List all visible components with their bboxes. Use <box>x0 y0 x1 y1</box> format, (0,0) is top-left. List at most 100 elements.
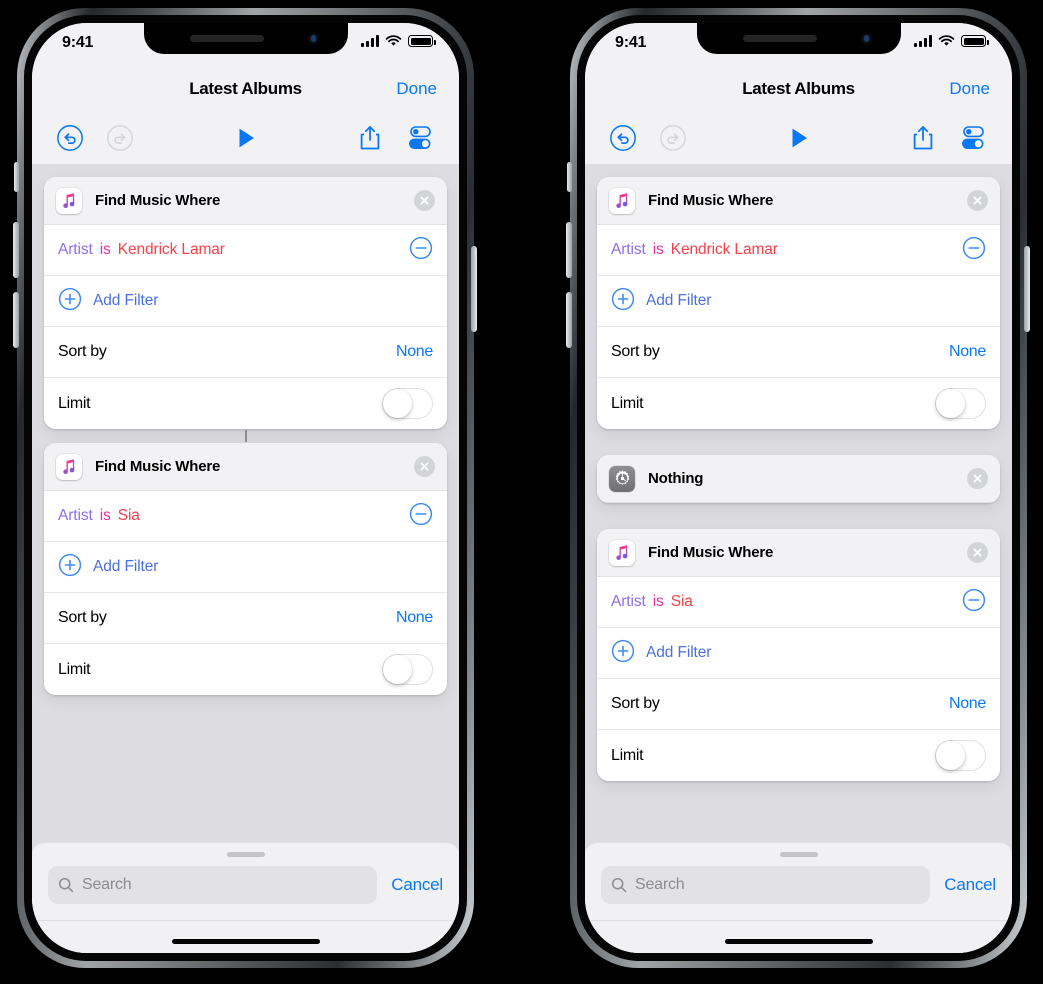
add-filter-label[interactable]: Add Filter <box>93 292 158 310</box>
play-icon[interactable] <box>233 125 259 151</box>
filter-value[interactable]: Sia <box>671 593 693 610</box>
sort-by-row[interactable]: Sort by None <box>44 327 447 378</box>
done-button[interactable]: Done <box>949 79 990 99</box>
filter-row[interactable]: Artist is Sia <box>44 491 447 542</box>
filter-value[interactable]: Sia <box>118 507 140 524</box>
volume-down-button[interactable] <box>13 292 19 348</box>
filter-field[interactable]: Artist <box>611 241 646 258</box>
gear-icon <box>609 465 635 492</box>
add-filter-row[interactable]: Add Filter <box>44 276 447 327</box>
filter-row[interactable]: Artist is Sia <box>597 577 1000 628</box>
add-filter-label[interactable]: Add Filter <box>646 644 711 662</box>
add-filter-row[interactable]: Add Filter <box>597 628 1000 679</box>
limit-row[interactable]: Limit <box>597 730 1000 781</box>
minus-circle-icon[interactable] <box>409 502 433 531</box>
search-input[interactable]: Search <box>601 866 931 904</box>
power-button[interactable] <box>471 246 477 332</box>
sort-by-value[interactable]: None <box>396 343 433 361</box>
filter-field[interactable]: Artist <box>611 593 646 610</box>
add-filter-row[interactable]: Add Filter <box>597 276 1000 327</box>
sheet-divider <box>585 920 1012 921</box>
share-icon[interactable] <box>357 124 383 152</box>
limit-row[interactable]: Limit <box>44 644 447 695</box>
filter-operator[interactable]: is <box>100 241 111 258</box>
filter-operator[interactable]: is <box>100 507 111 524</box>
filter-value[interactable]: Kendrick Lamar <box>671 241 778 258</box>
add-filter-label[interactable]: Add Filter <box>93 558 158 576</box>
sort-by-row[interactable]: Sort by None <box>597 327 1000 378</box>
filter-row[interactable]: Artist is Kendrick Lamar <box>597 225 1000 276</box>
settings-toggles-icon[interactable] <box>958 125 988 151</box>
plus-circle-icon[interactable] <box>611 287 635 316</box>
plus-circle-icon[interactable] <box>58 553 82 582</box>
plus-circle-icon[interactable] <box>58 287 82 316</box>
card-connector-gap <box>44 429 447 443</box>
home-indicator[interactable] <box>724 939 873 944</box>
search-icon <box>611 877 627 893</box>
action-card[interactable]: Find Music Where Artist is Kendrick Lamar <box>44 177 447 429</box>
cancel-button[interactable]: Cancel <box>391 875 443 895</box>
filter-field[interactable]: Artist <box>58 241 93 258</box>
cancel-button[interactable]: Cancel <box>944 875 996 895</box>
minus-circle-icon[interactable] <box>962 588 986 617</box>
filter-row[interactable]: Artist is Kendrick Lamar <box>44 225 447 276</box>
card-header: Find Music Where <box>597 529 1000 577</box>
close-icon[interactable] <box>967 542 988 563</box>
limit-row[interactable]: Limit <box>44 378 447 429</box>
filter-field[interactable]: Artist <box>58 507 93 524</box>
volume-up-button[interactable] <box>566 222 572 278</box>
sort-by-value[interactable]: None <box>396 609 433 627</box>
volume-down-button[interactable] <box>566 292 572 348</box>
action-card[interactable]: Find Music Where Artist is Sia Add Filte… <box>597 529 1000 781</box>
plus-circle-icon[interactable] <box>611 639 635 668</box>
action-card[interactable]: Nothing <box>597 455 1000 503</box>
actions-canvas-right[interactable]: Find Music Where Artist is Kendrick Lamar <box>585 165 1012 953</box>
volume-up-button[interactable] <box>13 222 19 278</box>
filter-operator[interactable]: is <box>653 593 664 610</box>
sheet-grabber[interactable] <box>226 852 265 857</box>
navigation-bar: Latest Albums Done <box>32 67 459 111</box>
sort-by-label: Sort by <box>611 343 660 360</box>
done-button[interactable]: Done <box>396 79 437 99</box>
limit-toggle[interactable] <box>382 654 433 685</box>
minus-circle-icon[interactable] <box>409 236 433 265</box>
play-icon[interactable] <box>786 125 812 151</box>
sheet-grabber[interactable] <box>779 852 818 857</box>
settings-toggles-icon[interactable] <box>405 125 435 151</box>
filter-value[interactable]: Kendrick Lamar <box>118 241 225 258</box>
card-header: Nothing <box>597 455 1000 503</box>
limit-toggle[interactable] <box>935 388 986 419</box>
close-icon[interactable] <box>967 190 988 211</box>
action-card[interactable]: Find Music Where Artist is Kendrick Lamar <box>597 177 1000 429</box>
undo-icon[interactable] <box>609 124 637 152</box>
filter-operator[interactable]: is <box>653 241 664 258</box>
close-icon[interactable] <box>414 190 435 211</box>
sort-by-value[interactable]: None <box>949 695 986 713</box>
sort-by-row[interactable]: Sort by None <box>597 679 1000 730</box>
close-icon[interactable] <box>414 456 435 477</box>
limit-toggle[interactable] <box>935 740 986 771</box>
share-icon[interactable] <box>910 124 936 152</box>
limit-row[interactable]: Limit <box>597 378 1000 429</box>
home-indicator[interactable] <box>171 939 320 944</box>
filter-expression: Artist is Sia <box>58 507 140 525</box>
add-filter-row[interactable]: Add Filter <box>44 542 447 593</box>
actions-canvas-left[interactable]: Find Music Where Artist is Kendrick Lamar <box>32 165 459 953</box>
close-icon[interactable] <box>967 468 988 489</box>
wifi-icon <box>385 35 402 46</box>
status-time: 9:41 <box>615 34 647 51</box>
limit-toggle[interactable] <box>382 388 433 419</box>
search-icon <box>58 877 74 893</box>
power-button[interactable] <box>1024 246 1030 332</box>
undo-icon[interactable] <box>56 124 84 152</box>
mute-switch[interactable] <box>567 162 572 192</box>
sort-by-value[interactable]: None <box>949 343 986 361</box>
mute-switch[interactable] <box>14 162 19 192</box>
card-title: Nothing <box>648 470 704 487</box>
wifi-icon <box>938 35 955 46</box>
search-input[interactable]: Search <box>48 866 378 904</box>
add-filter-label[interactable]: Add Filter <box>646 292 711 310</box>
sort-by-row[interactable]: Sort by None <box>44 593 447 644</box>
action-card[interactable]: Find Music Where Artist is Sia Add Filte… <box>44 443 447 695</box>
minus-circle-icon[interactable] <box>962 236 986 265</box>
